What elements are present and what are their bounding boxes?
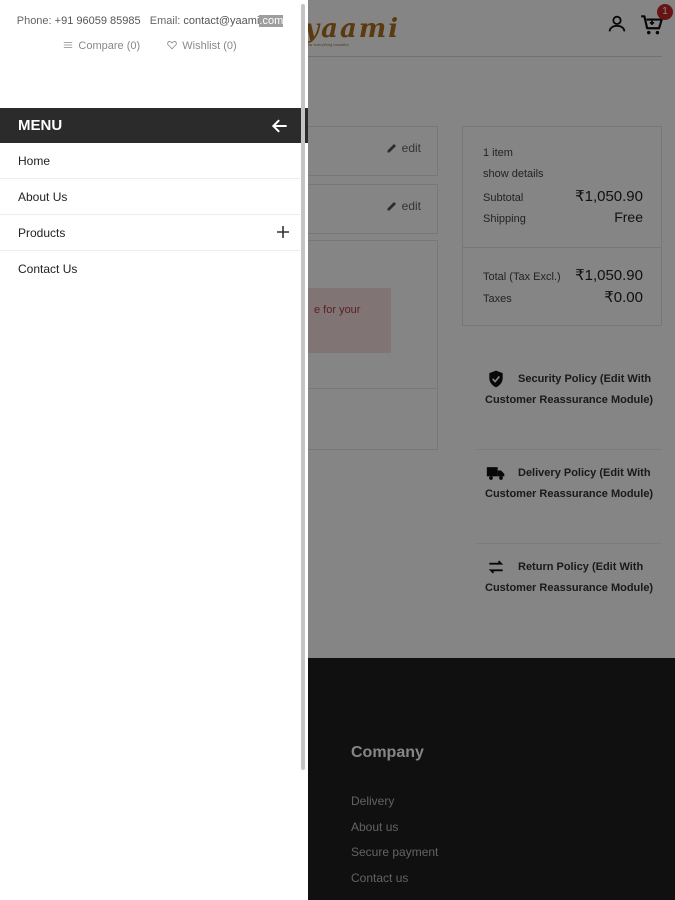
phone-value[interactable]: +91 96059 85985 xyxy=(55,15,141,27)
email-value[interactable]: contact@yaami xyxy=(183,15,259,27)
menu-item-label: About Us xyxy=(18,190,68,204)
menu-item-label: Products xyxy=(18,226,66,240)
menu-item-label: Contact Us xyxy=(18,262,78,276)
compare-label: Compare (0) xyxy=(78,40,141,52)
menu-item-home[interactable]: Home xyxy=(0,143,300,179)
compare-icon xyxy=(64,42,73,48)
arrow-left-icon[interactable] xyxy=(270,116,290,136)
side-menu-drawer: Phone: +91 96059 85985 Email: contact@ya… xyxy=(0,0,308,900)
contact-info: Phone: +91 96059 85985 Email: contact@ya… xyxy=(0,15,300,27)
phone-label: Phone: xyxy=(16,15,52,27)
drawer-scrollbar[interactable] xyxy=(301,4,305,770)
heart-icon xyxy=(167,41,177,50)
compare-link[interactable]: Compare (0) xyxy=(63,40,143,52)
menu-item-contact-us[interactable]: Contact Us xyxy=(0,251,300,287)
menu-item-about-us[interactable]: About Us xyxy=(0,179,300,215)
menu-title: MENU xyxy=(18,117,63,134)
compare-wishlist-row: Compare (0) Wishlist (0) xyxy=(0,40,300,52)
menu-item-products[interactable]: Products xyxy=(0,215,300,251)
wishlist-link[interactable]: Wishlist (0) xyxy=(167,40,237,52)
plus-icon[interactable] xyxy=(276,225,290,239)
menu-item-label: Home xyxy=(18,154,51,168)
email-label: Email: xyxy=(149,15,181,27)
email-selected-text[interactable]: .com xyxy=(259,15,284,27)
wishlist-label: Wishlist (0) xyxy=(182,40,237,52)
menu-header: MENU xyxy=(0,108,308,143)
